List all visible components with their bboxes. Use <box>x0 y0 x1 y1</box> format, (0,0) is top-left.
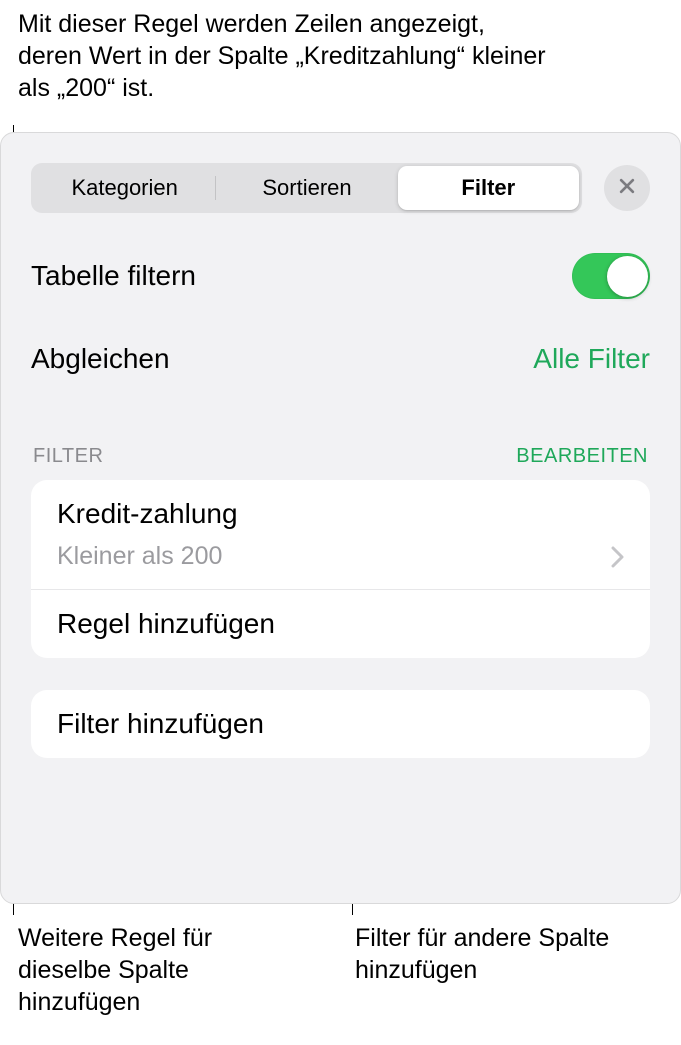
add-rule-row[interactable]: Regel hinzufügen <box>31 589 650 658</box>
callout-top-text: Mit dieser Regel werden Zeilen angezeigt… <box>18 8 548 104</box>
panel-header-row: Kategorien Sortieren Filter <box>31 163 650 213</box>
filter-section-title: FILTER <box>33 445 103 468</box>
callout-bottom-left-text: Weitere Regel für dieselbe Spalte hinzuf… <box>18 922 298 1018</box>
tab-categories[interactable]: Kategorien <box>34 166 215 210</box>
filter-section-header: FILTER BEARBEITEN <box>31 445 650 468</box>
match-row[interactable]: Abgleichen Alle Filter <box>31 313 650 389</box>
close-button[interactable] <box>604 165 650 211</box>
filter-panel: Kategorien Sortieren Filter Tabelle filt… <box>0 132 681 904</box>
close-icon <box>617 176 637 201</box>
add-filter-row[interactable]: Filter hinzufügen <box>31 690 650 758</box>
match-label: Abgleichen <box>31 343 170 375</box>
callout-bottom-right-text: Filter für andere Spalte hinzufügen <box>355 922 635 986</box>
toggle-knob <box>607 256 648 297</box>
add-rule-label: Regel hinzufügen <box>57 608 275 640</box>
match-value: Alle Filter <box>533 343 650 375</box>
tab-sort[interactable]: Sortieren <box>216 166 397 210</box>
chevron-right-icon <box>611 546 624 568</box>
filter-table-label: Tabelle filtern <box>31 260 196 292</box>
filter-condition-row[interactable]: Kleiner als 200 <box>31 536 650 589</box>
filter-column-name: Kredit-zahlung <box>57 498 238 530</box>
filter-column-row: Kredit-zahlung <box>31 480 650 536</box>
filter-rule-card: Kredit-zahlung Kleiner als 200 Regel hin… <box>31 480 650 658</box>
segmented-control: Kategorien Sortieren Filter <box>31 163 582 213</box>
filter-table-row: Tabelle filtern <box>31 239 650 313</box>
add-filter-card: Filter hinzufügen <box>31 690 650 758</box>
tab-sort-label: Sortieren <box>262 175 351 201</box>
filter-table-toggle[interactable] <box>572 253 650 299</box>
tab-filter[interactable]: Filter <box>398 166 579 210</box>
tab-categories-label: Kategorien <box>71 175 177 201</box>
edit-button[interactable]: BEARBEITEN <box>516 445 648 468</box>
tab-filter-label: Filter <box>461 175 515 201</box>
add-filter-label: Filter hinzufügen <box>57 708 264 740</box>
filter-condition-text: Kleiner als 200 <box>57 542 222 571</box>
